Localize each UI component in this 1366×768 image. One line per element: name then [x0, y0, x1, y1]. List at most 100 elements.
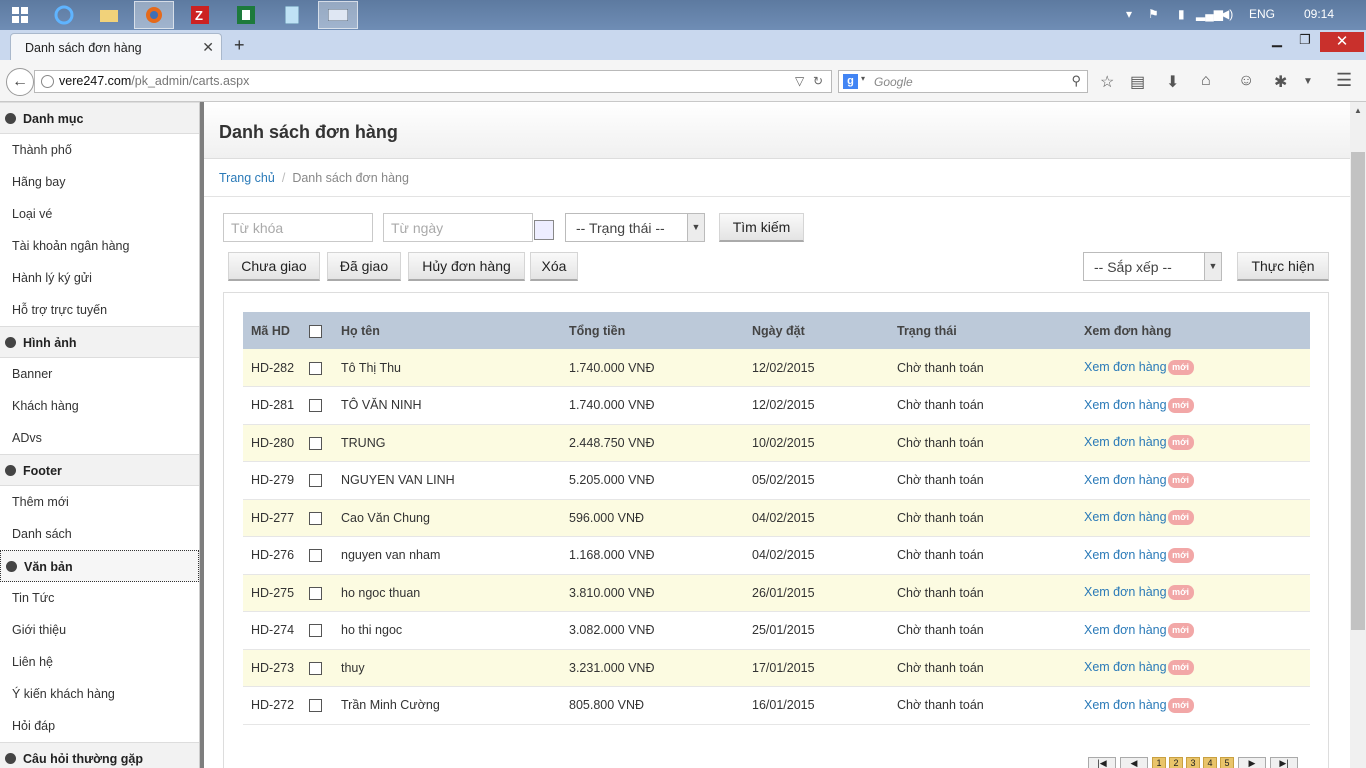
minimize-icon[interactable]: ▁: [1262, 32, 1292, 52]
sidebar-item-ho-tro[interactable]: Hỗ trợ trực tuyến: [0, 294, 199, 326]
row-checkbox[interactable]: [309, 474, 322, 488]
delivered-button[interactable]: Đã giao: [327, 252, 401, 281]
excel-icon[interactable]: [226, 1, 266, 29]
sort-select[interactable]: -- Sắp xếp -- ▼: [1083, 252, 1222, 281]
scroll-thumb[interactable]: [1351, 152, 1365, 630]
sidebar-section-hinh-anh[interactable]: Hình ảnh: [0, 326, 199, 358]
pager-page-2[interactable]: 2: [1169, 757, 1183, 768]
row-checkbox[interactable]: [309, 699, 322, 713]
breadcrumb-home[interactable]: Trang chủ: [219, 171, 275, 185]
sidebar-item-hanh-ly[interactable]: Hành lý ký gửi: [0, 262, 199, 294]
sidebar-section-van-ban[interactable]: Văn bản: [0, 550, 199, 582]
tray-network-icon[interactable]: ▂▄▆: [1196, 7, 1223, 21]
pager-page-5[interactable]: 5: [1220, 757, 1234, 768]
extension-icon[interactable]: ✱: [1274, 72, 1287, 92]
extension-dropdown-icon[interactable]: ▼: [1303, 76, 1313, 87]
calendar-icon[interactable]: [534, 220, 554, 240]
row-checkbox[interactable]: [309, 661, 322, 675]
google-icon[interactable]: g: [843, 74, 858, 89]
keyword-input[interactable]: Từ khóa: [223, 213, 373, 242]
search-bar[interactable]: g ▾ Google ⚲: [838, 70, 1088, 93]
reload-icon[interactable]: ↻: [813, 74, 823, 88]
row-checkbox[interactable]: [309, 436, 322, 450]
tray-flag-icon[interactable]: ⚑: [1148, 7, 1159, 21]
from-date-input[interactable]: Từ ngày: [383, 213, 533, 242]
view-order-link[interactable]: Xem đơn hàng: [1084, 360, 1167, 374]
delete-button[interactable]: Xóa: [530, 252, 578, 281]
page-scrollbar[interactable]: ▲: [1350, 102, 1366, 768]
tray-arrow-icon[interactable]: ▾: [1126, 7, 1132, 21]
bookmark-star-icon[interactable]: ☆: [1100, 72, 1114, 92]
view-order-link[interactable]: Xem đơn hàng: [1084, 510, 1167, 524]
windows-start-icon[interactable]: [0, 1, 40, 29]
sidebar-item-thanh-pho[interactable]: Thành phố: [0, 134, 199, 166]
explorer-icon[interactable]: [89, 1, 129, 29]
select-all-checkbox[interactable]: [309, 324, 322, 338]
maximize-icon[interactable]: ❐: [1290, 32, 1320, 52]
sidebar-item-tin-tuc[interactable]: Tin Tức: [0, 582, 199, 614]
search-icon[interactable]: ⚲: [1071, 73, 1081, 89]
scroll-up-icon[interactable]: ▲: [1354, 106, 1362, 115]
pager-page-1[interactable]: 1: [1152, 757, 1166, 768]
sidebar-item-loai-ve[interactable]: Loại vé: [0, 198, 199, 230]
cancel-order-button[interactable]: Hủy đơn hàng: [408, 252, 525, 281]
view-order-link[interactable]: Xem đơn hàng: [1084, 435, 1167, 449]
not-delivered-button[interactable]: Chưa giao: [228, 252, 320, 281]
clock[interactable]: 09:14: [1304, 7, 1334, 21]
sidebar-item-them-moi[interactable]: Thêm mới: [0, 486, 199, 518]
view-order-link[interactable]: Xem đơn hàng: [1084, 660, 1167, 674]
execute-button[interactable]: Thực hiện: [1237, 252, 1329, 281]
firefox-icon[interactable]: [134, 1, 174, 29]
view-order-link[interactable]: Xem đơn hàng: [1084, 548, 1167, 562]
sidebar-item-lien-he[interactable]: Liên hệ: [0, 646, 199, 678]
back-button[interactable]: ←: [6, 68, 34, 96]
view-order-link[interactable]: Xem đơn hàng: [1084, 585, 1167, 599]
sidebar-item-danh-sach[interactable]: Danh sách: [0, 518, 199, 550]
download-icon[interactable]: ⬇: [1166, 72, 1179, 92]
view-order-link[interactable]: Xem đơn hàng: [1084, 623, 1167, 637]
sidebar-item-advs[interactable]: ADvs: [0, 422, 199, 454]
row-checkbox[interactable]: [309, 399, 322, 413]
keyboard-icon[interactable]: [318, 1, 358, 29]
close-tab-icon[interactable]: ✕: [202, 39, 214, 56]
row-checkbox[interactable]: [309, 511, 322, 525]
url-bar[interactable]: vere247.com/pk_admin/carts.aspx ▽ ↻: [34, 70, 832, 93]
view-order-link[interactable]: Xem đơn hàng: [1084, 398, 1167, 412]
pager-prev-icon[interactable]: ◀: [1120, 757, 1148, 768]
sidebar-item-y-kien[interactable]: Ý kiến khách hàng: [0, 678, 199, 710]
sidebar-section-danh-muc[interactable]: Danh mục: [0, 102, 199, 134]
sidebar-item-hoi-dap[interactable]: Hỏi đáp: [0, 710, 199, 742]
pager-page-4[interactable]: 4: [1203, 757, 1217, 768]
sidebar-item-khach-hang[interactable]: Khách hàng: [0, 390, 199, 422]
sidebar-section-cau-hoi[interactable]: Câu hỏi thường gặp: [0, 742, 199, 768]
language-indicator[interactable]: ENG: [1249, 7, 1275, 21]
pager-first-icon[interactable]: |◀: [1088, 757, 1116, 768]
tray-volume-icon[interactable]: ◀): [1220, 7, 1233, 21]
reading-list-icon[interactable]: ▤: [1130, 72, 1145, 92]
home-icon[interactable]: ⌂: [1201, 72, 1211, 90]
sidebar-item-gioi-thieu[interactable]: Giới thiệu: [0, 614, 199, 646]
pager-page-3[interactable]: 3: [1186, 757, 1200, 768]
tray-battery-icon[interactable]: ▮: [1178, 7, 1185, 21]
tab-active[interactable]: Danh sách đơn hàng ✕: [10, 33, 222, 60]
engine-dropdown-icon[interactable]: ▾: [861, 74, 865, 83]
sidebar-section-footer[interactable]: Footer: [0, 454, 199, 486]
sidebar-item-hang-bay[interactable]: Hãng bay: [0, 166, 199, 198]
row-checkbox[interactable]: [309, 549, 322, 563]
ie-icon[interactable]: [44, 1, 84, 29]
new-tab-icon[interactable]: +: [234, 35, 245, 56]
row-checkbox[interactable]: [309, 624, 322, 638]
sidebar-item-banner[interactable]: Banner: [0, 358, 199, 390]
row-checkbox[interactable]: [309, 361, 322, 375]
pager-next-icon[interactable]: ▶: [1238, 757, 1266, 768]
url-dropdown-icon[interactable]: ▽: [795, 74, 804, 88]
notepad-icon[interactable]: [272, 1, 312, 29]
status-select[interactable]: -- Trạng thái -- ▼: [565, 213, 705, 242]
chat-icon[interactable]: ☺: [1238, 72, 1254, 90]
search-button[interactable]: Tìm kiếm: [719, 213, 804, 242]
close-window-icon[interactable]: ✕: [1320, 32, 1364, 52]
filezilla-icon[interactable]: Z: [180, 1, 220, 29]
view-order-link[interactable]: Xem đơn hàng: [1084, 473, 1167, 487]
row-checkbox[interactable]: [309, 586, 322, 600]
menu-icon[interactable]: ☰: [1336, 70, 1352, 91]
